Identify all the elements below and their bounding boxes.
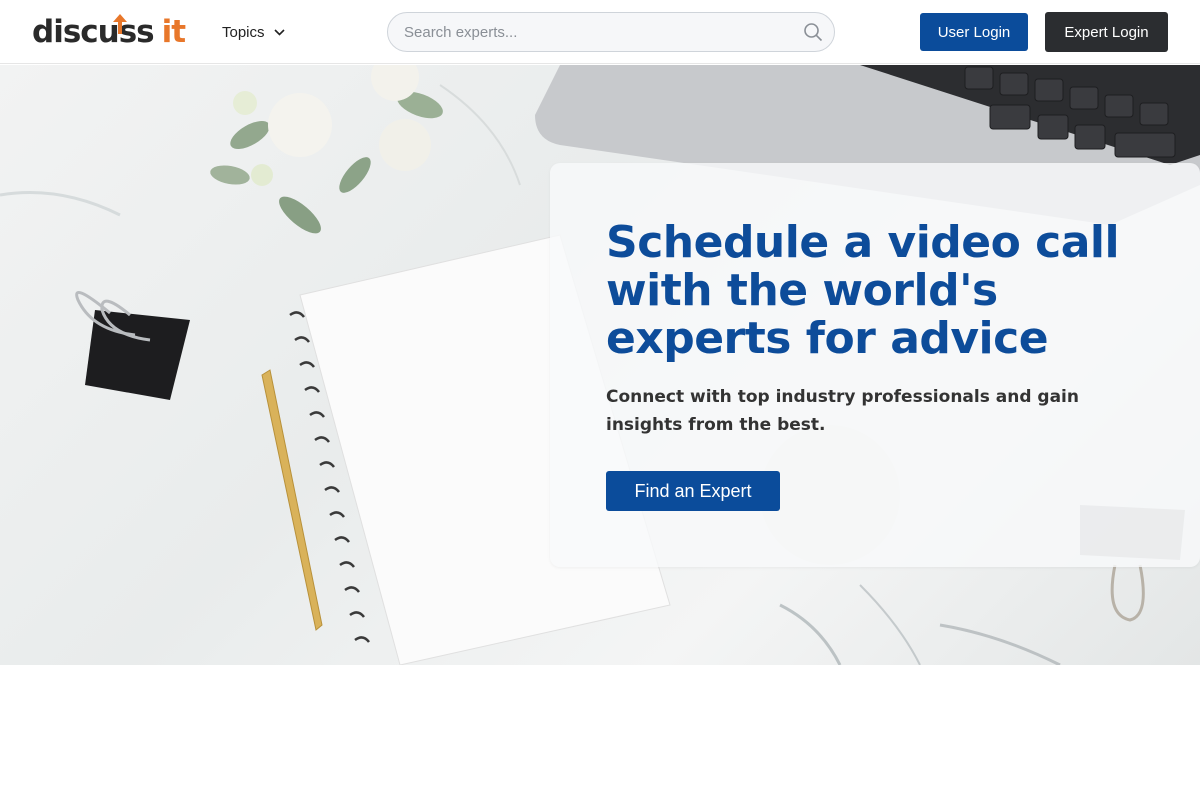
search-icon[interactable] <box>803 22 823 42</box>
hero-content-panel: Schedule a video call with the world's e… <box>550 163 1200 567</box>
hero-headline: Schedule a video call with the world's e… <box>606 217 1120 364</box>
user-login-button[interactable]: User Login <box>920 13 1028 51</box>
logo-text-it: it <box>161 14 186 50</box>
hero-subheading: Connect with top industry professionals … <box>606 387 1079 435</box>
topics-dropdown[interactable]: Topics <box>222 20 285 44</box>
search-input[interactable] <box>404 13 784 51</box>
search-bar <box>387 12 835 52</box>
site-logo[interactable]: discu ss it <box>32 12 186 52</box>
logo-arrow-icon <box>113 14 127 34</box>
site-header: discussit Topics User Login Expert Login <box>0 0 1200 64</box>
topics-label: Topics <box>222 23 265 41</box>
hero-section: Schedule a video call with the world's e… <box>0 65 1200 665</box>
logo-text-discu: discu <box>32 14 120 50</box>
chevron-down-icon <box>273 28 285 36</box>
find-expert-button[interactable]: Find an Expert <box>606 471 780 511</box>
expert-login-button[interactable]: Expert Login <box>1045 12 1168 52</box>
